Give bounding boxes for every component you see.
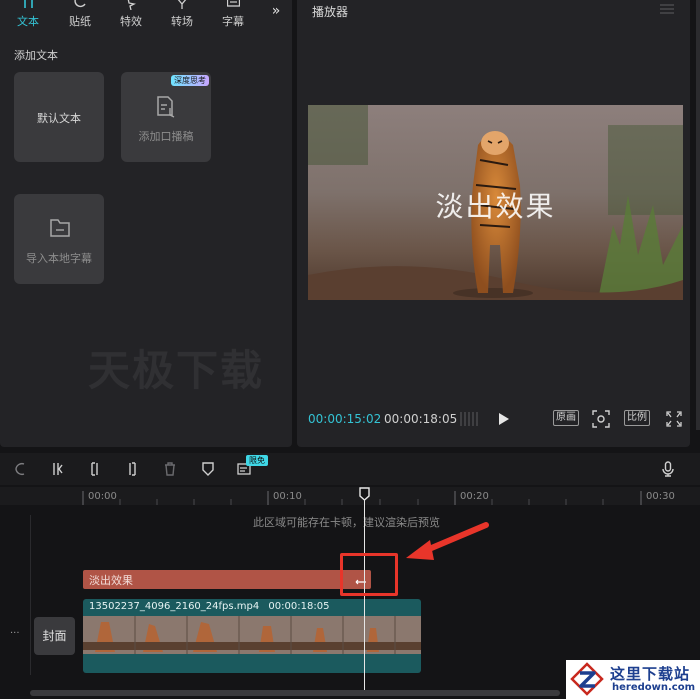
split-icon[interactable] (50, 461, 66, 477)
tick-label: 00:20 (460, 491, 489, 502)
video-preview[interactable]: 淡出效果 (308, 105, 683, 300)
media-panel: 文本 贴纸 特效 转场 字幕 » 添加文本 默认文本 深度思考 添加口播稿 导入… (0, 0, 292, 447)
player-panel: 播放器 淡出效果 00:00:15:02 00:00:18:05 原画 比例 (297, 0, 690, 447)
clip-duration: 00:00:18:05 (268, 601, 330, 612)
sticker-icon (74, 0, 86, 8)
timeline-toolbar (0, 453, 700, 485)
ratio-button[interactable]: 比例 (624, 410, 650, 426)
track-options-button[interactable]: ··· (10, 628, 20, 639)
tab-subtitle[interactable]: 字幕 (213, 0, 253, 30)
undo-icon[interactable] (12, 461, 28, 477)
tab-transition[interactable]: 转场 (162, 0, 202, 30)
time-ruler[interactable]: 00:00 00:10 00:20 00:30 (0, 487, 700, 505)
text-clip[interactable]: 淡出效果 (83, 570, 371, 589)
playhead-handle-icon[interactable] (359, 487, 370, 501)
tab-sticker[interactable]: 贴纸 (60, 0, 100, 30)
clip-thumbnails (83, 616, 421, 654)
delete-icon[interactable] (162, 461, 178, 477)
logo-mark-icon (570, 662, 604, 696)
tab-effects[interactable]: 特效 (111, 0, 151, 30)
shield-icon[interactable] (200, 461, 216, 477)
tick-label: 00:00 (88, 491, 117, 502)
limited-free-badge: 限免 (246, 455, 268, 466)
total-time: 00:00:18:05 (384, 412, 458, 426)
side-panel-edge (696, 0, 700, 430)
section-title: 添加文本 (14, 49, 58, 62)
menu-icon[interactable] (660, 4, 674, 14)
asset-toolbar: 文本 贴纸 特效 转场 字幕 » (0, 0, 292, 30)
annotation-arrow-icon (406, 522, 489, 560)
fullscreen-icon[interactable] (666, 410, 682, 428)
player-title: 播放器 (312, 5, 349, 19)
site-logo: 这里下载站 heredown.com (566, 660, 700, 699)
waveform-icon[interactable] (459, 410, 481, 428)
track-divider (30, 515, 31, 675)
fit-screen-icon[interactable] (592, 410, 610, 428)
video-clip[interactable]: 13502237_4096_2160_24fps.mp4 00:00:18:05 (83, 599, 421, 673)
import-subtitles-card[interactable]: 导入本地字幕 (14, 194, 104, 284)
trim-right-icon[interactable] (124, 461, 140, 477)
add-voiceover-card[interactable]: 深度思考 添加口播稿 (121, 72, 211, 162)
subtitle-icon (227, 0, 240, 7)
current-time: 00:00:15:02 (308, 412, 382, 426)
overlay-text: 淡出效果 (435, 190, 556, 223)
horizontal-scrollbar[interactable] (30, 690, 560, 696)
deep-think-badge: 深度思考 (171, 75, 209, 86)
script-icon (157, 96, 175, 118)
highlight-box (340, 553, 398, 596)
effects-icon (127, 0, 136, 10)
clip-filename: 13502237_4096_2160_24fps.mp4 (89, 601, 260, 612)
play-icon[interactable] (497, 410, 511, 428)
tick-label: 00:10 (273, 491, 302, 502)
original-quality-button[interactable]: 原画 (553, 410, 579, 426)
cover-button[interactable]: 封面 (34, 617, 75, 655)
tick-label: 00:30 (646, 491, 675, 502)
folder-icon (50, 219, 70, 237)
transition-icon (177, 0, 187, 9)
microphone-icon[interactable] (660, 461, 676, 477)
trim-left-icon[interactable] (87, 461, 103, 477)
tab-text[interactable]: 文本 (8, 0, 48, 30)
watermark: 天极下载 (88, 346, 265, 395)
default-text-card[interactable]: 默认文本 (14, 72, 104, 162)
more-tabs-button[interactable]: » (256, 0, 296, 30)
text-icon (24, 0, 33, 8)
